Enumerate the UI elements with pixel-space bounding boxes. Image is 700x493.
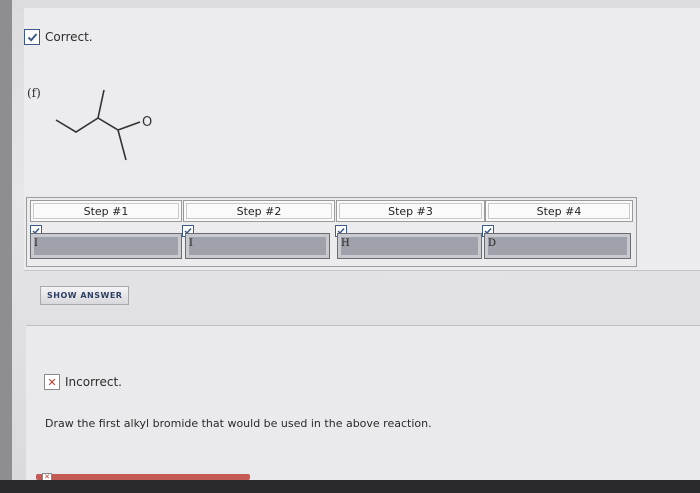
step-2-header: Step #2 xyxy=(183,200,335,222)
step-2-answer[interactable]: I xyxy=(185,233,330,259)
monitor-bezel xyxy=(0,480,700,493)
show-answer-button[interactable]: SHOW ANSWER xyxy=(40,286,130,305)
incorrect-label: Incorrect. xyxy=(65,375,122,389)
incorrect-status: ✕ Incorrect. xyxy=(44,374,122,390)
molecule-structure: O xyxy=(55,89,152,161)
correct-status: Correct. xyxy=(24,29,93,45)
step-1-header: Step #1 xyxy=(30,200,182,222)
steps-table: Step #1 Step #2 Step #3 Step #4 I I H D xyxy=(26,197,637,267)
step-3-answer[interactable]: H xyxy=(337,233,482,259)
screen-edge xyxy=(0,0,12,480)
check-icon xyxy=(24,29,40,45)
oxygen-atom-label: O xyxy=(142,115,152,130)
step-4-header: Step #4 xyxy=(485,200,633,222)
step-1-answer[interactable]: I xyxy=(30,233,182,259)
part-label: (f) xyxy=(27,86,41,100)
followup-panel xyxy=(26,325,700,481)
x-icon: ✕ xyxy=(44,374,60,390)
step-4-answer[interactable]: D xyxy=(484,233,631,259)
correct-label: Correct. xyxy=(45,30,93,44)
molecule-bonds xyxy=(55,89,141,161)
question-prompt: Draw the first alkyl bromide that would … xyxy=(45,417,432,430)
step-3-header: Step #3 xyxy=(336,200,485,222)
